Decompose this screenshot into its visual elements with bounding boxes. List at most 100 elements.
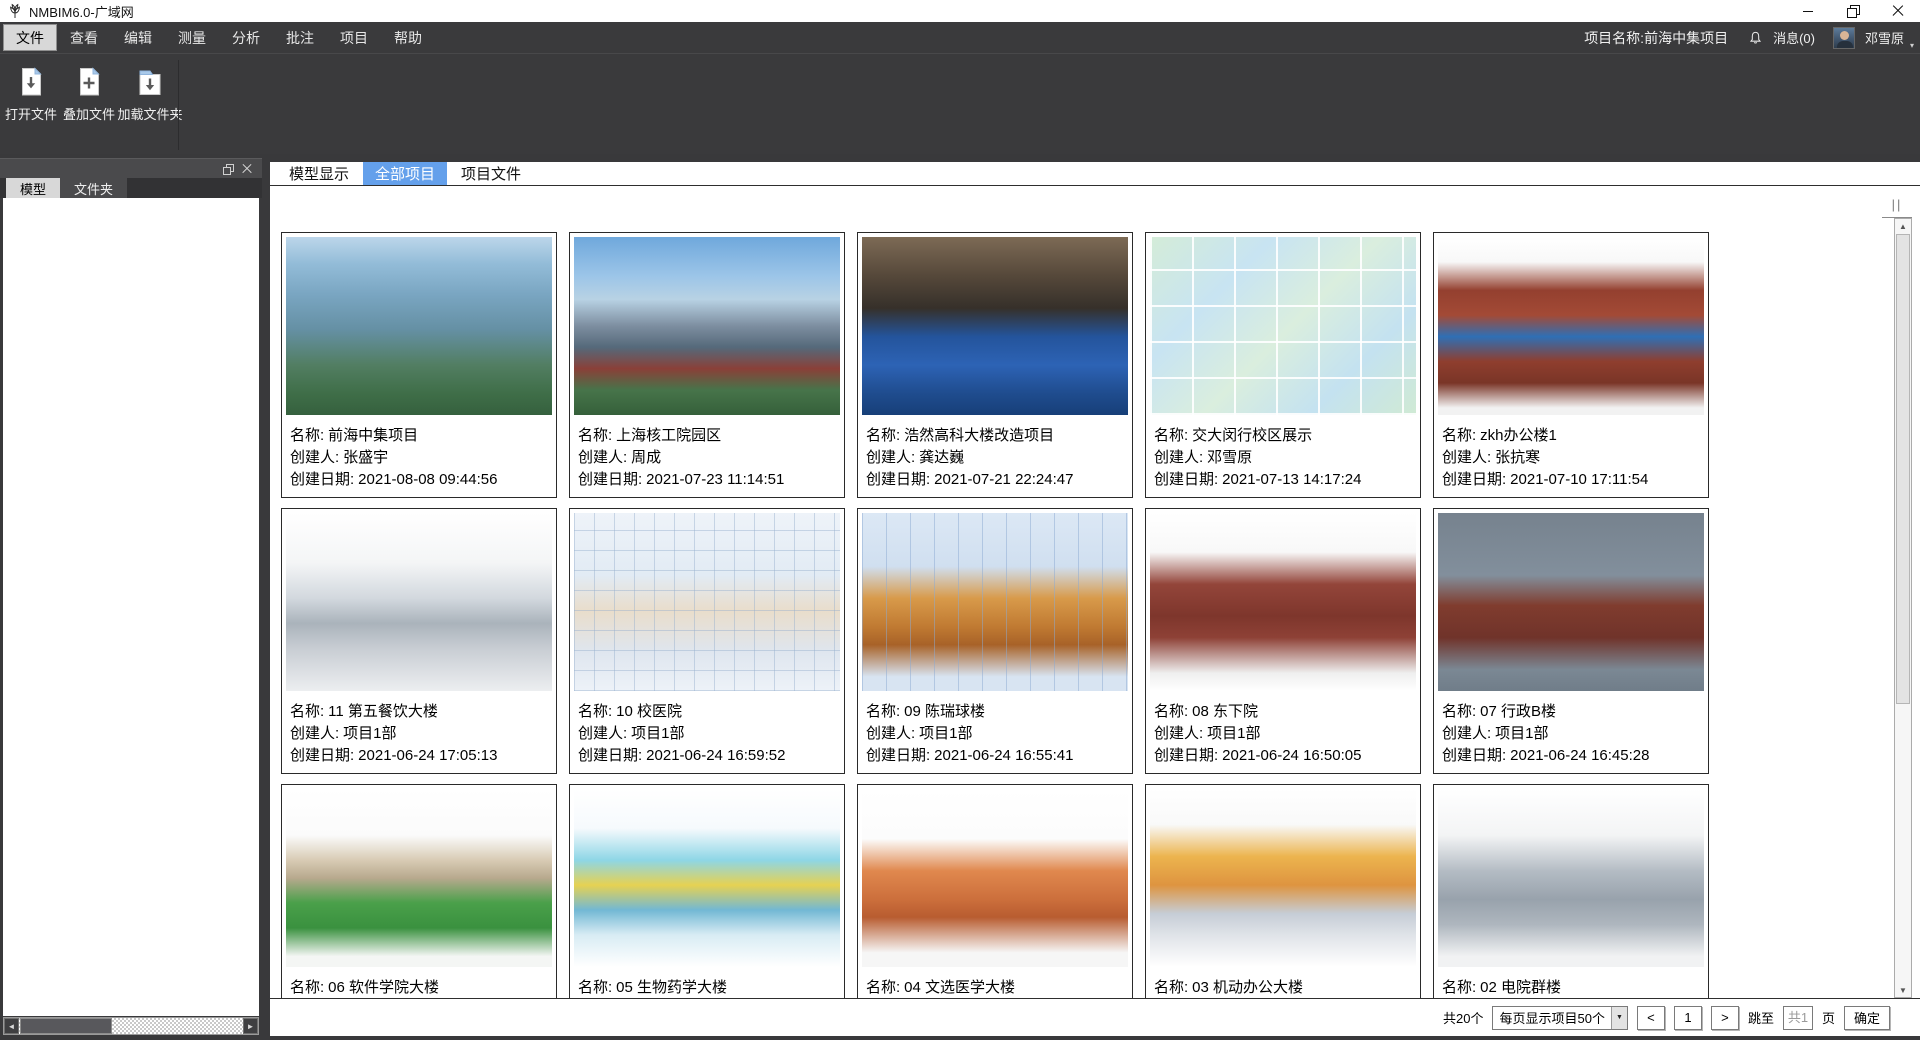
minimize-button[interactable]: [1785, 0, 1830, 22]
project-card[interactable]: 名称:06 软件学院大楼 创建人: 创建日期:: [281, 784, 557, 998]
project-name: 10 校医院: [616, 703, 682, 720]
current-page-button[interactable]: 1: [1674, 1006, 1702, 1030]
project-created-date: 2021-06-24 17:05:13: [358, 747, 497, 764]
project-name-line: 名称:05 生物药学大楼: [578, 977, 840, 998]
toolbar: 打开文件 叠加文件 加载文件夹: [0, 53, 1920, 154]
tab-project-files[interactable]: 项目文件: [449, 162, 533, 185]
restore-icon: [1848, 7, 1857, 16]
scroll-left-icon[interactable]: ◄: [4, 1018, 19, 1034]
prev-page-button[interactable]: <: [1637, 1006, 1665, 1030]
date-label: 创建日期:: [866, 471, 930, 488]
project-card[interactable]: 名称:10 校医院 创建人:项目1部 创建日期:2021-06-24 16:59…: [569, 508, 845, 774]
confirm-button[interactable]: 确定: [1844, 1006, 1890, 1030]
project-card[interactable]: 名称:04 文选医学大楼 创建人: 创建日期:: [857, 784, 1133, 998]
page-size-select[interactable]: 每页显示项目50个 ▼: [1492, 1006, 1627, 1030]
sidebar-horizontal-scrollbar[interactable]: ◄ ►: [3, 1017, 259, 1035]
restore-button[interactable]: [1830, 0, 1875, 22]
name-label: 名称:: [578, 703, 612, 720]
close-button[interactable]: [1875, 0, 1920, 22]
projects-grid-viewport: 名称:前海中集项目 创建人:张盛宇 创建日期:2021-08-08 09:44:…: [270, 186, 1894, 998]
project-creator-line: 创建人:周成: [578, 447, 840, 469]
scrollbar-thumb[interactable]: [20, 1018, 112, 1034]
project-name: 浩然高科大楼改造项目: [904, 427, 1054, 444]
project-name-line: 名称:zkh办公楼1: [1442, 425, 1704, 447]
menu-measure[interactable]: 测量: [165, 24, 219, 51]
menu-project[interactable]: 项目: [327, 24, 381, 51]
project-card[interactable]: 名称:上海核工院园区 创建人:周成 创建日期:2021-07-23 11:14:…: [569, 232, 845, 498]
overlay-file-button[interactable]: 叠加文件: [60, 62, 118, 134]
project-created-date: 2021-07-10 17:11:54: [1510, 471, 1648, 488]
project-card[interactable]: 名称:05 生物药学大楼 创建人: 创建日期:: [569, 784, 845, 998]
pagination-bar: 共20个 每页显示项目50个 ▼ < 1 > 跳至 页 确定: [270, 998, 1920, 1036]
project-creator: 项目1部: [631, 725, 684, 742]
creator-label: 创建人:: [578, 449, 627, 466]
tab-model-display[interactable]: 模型显示: [277, 162, 361, 185]
open-file-label: 打开文件: [5, 104, 57, 123]
project-card[interactable]: 名称:02 电院群楼 创建人: 创建日期:: [1433, 784, 1709, 998]
scroll-up-icon[interactable]: ▲: [1895, 219, 1911, 233]
tab-all-projects[interactable]: 全部项目: [363, 162, 447, 185]
scroll-right-icon[interactable]: ►: [243, 1018, 258, 1034]
project-name: 06 软件学院大楼: [328, 979, 439, 996]
project-created-date: 2021-06-24 16:55:41: [934, 747, 1073, 764]
open-file-button[interactable]: 打开文件: [2, 62, 60, 134]
project-card[interactable]: 名称:前海中集项目 创建人:张盛宇 创建日期:2021-08-08 09:44:…: [281, 232, 557, 498]
project-name: 03 机动办公大楼: [1192, 979, 1303, 996]
project-date-line: 创建日期:2021-06-24 16:55:41: [866, 745, 1128, 767]
creator-label: 创建人:: [578, 725, 627, 742]
project-name-line: 名称:前海中集项目: [290, 425, 552, 447]
project-card[interactable]: 名称:07 行政B楼 创建人:项目1部 创建日期:2021-06-24 16:4…: [1433, 508, 1709, 774]
projects-content: 名称:前海中集项目 创建人:张盛宇 创建日期:2021-08-08 09:44:…: [270, 186, 1920, 998]
project-card[interactable]: 名称:浩然高科大楼改造项目 创建人:龚达巍 创建日期:2021-07-21 22…: [857, 232, 1133, 498]
name-label: 名称:: [1154, 979, 1188, 996]
sidebar-panel-header: [0, 158, 262, 178]
project-card[interactable]: 名称:交大闵行校区展示 创建人:邓雪原 创建日期:2021-07-13 14:1…: [1145, 232, 1421, 498]
notification-bell-icon[interactable]: [1748, 30, 1763, 46]
project-name-line: 名称:10 校医院: [578, 701, 840, 723]
project-name: 11 第五餐饮大楼: [328, 703, 438, 720]
messages-counter[interactable]: 消息(0): [1773, 28, 1815, 47]
project-card[interactable]: 名称:09 陈瑞球楼 创建人:项目1部 创建日期:2021-06-24 16:5…: [857, 508, 1133, 774]
sidebar-tab-model[interactable]: 模型: [6, 178, 60, 198]
jump-page-input[interactable]: [1783, 1006, 1813, 1030]
menu-view[interactable]: 查看: [57, 24, 111, 51]
user-menu-caret-icon[interactable]: ▾: [1910, 41, 1914, 50]
project-card[interactable]: 名称:zkh办公楼1 创建人:张抗寒 创建日期:2021-07-10 17:11…: [1433, 232, 1709, 498]
user-name[interactable]: 邓雪原: [1865, 28, 1904, 47]
creator-label: 创建人:: [290, 725, 339, 742]
collapse-panel-handle[interactable]: ||: [1882, 192, 1912, 218]
close-panel-icon[interactable]: [242, 164, 252, 174]
projects-grid: 名称:前海中集项目 创建人:张盛宇 创建日期:2021-08-08 09:44:…: [270, 186, 1894, 998]
menu-file[interactable]: 文件: [3, 24, 57, 51]
sidebar-tab-folder[interactable]: 文件夹: [60, 178, 127, 198]
load-folder-button[interactable]: 加载文件夹: [118, 62, 182, 134]
menu-help[interactable]: 帮助: [381, 24, 435, 51]
project-date-line: 创建日期:2021-06-24 17:05:13: [290, 745, 552, 767]
project-name: 09 陈瑞球楼: [904, 703, 985, 720]
next-page-button[interactable]: >: [1711, 1006, 1739, 1030]
creator-label: 创建人:: [866, 725, 915, 742]
jump-to-label: 跳至: [1748, 1008, 1774, 1027]
vertical-scrollbar-thumb[interactable]: [1896, 234, 1910, 704]
project-card[interactable]: 名称:11 第五餐饮大楼 创建人:项目1部 创建日期:2021-06-24 17…: [281, 508, 557, 774]
project-card[interactable]: 名称:03 机动办公大楼 创建人: 创建日期:: [1145, 784, 1421, 998]
project-created-date: 2021-07-21 22:24:47: [934, 471, 1073, 488]
menu-analyze[interactable]: 分析: [219, 24, 273, 51]
menu-edit[interactable]: 编辑: [111, 24, 165, 51]
user-avatar[interactable]: [1833, 27, 1855, 49]
app-window: NMBIM6.0-广域网 文件 查看 编辑 测量 分析 批注 项目 帮助 项目名…: [0, 0, 1920, 1040]
project-card[interactable]: 名称:08 东下院 创建人:项目1部 创建日期:2021-06-24 16:50…: [1145, 508, 1421, 774]
menu-annotate[interactable]: 批注: [273, 24, 327, 51]
project-thumbnail: [286, 513, 552, 691]
scroll-down-icon[interactable]: ▼: [1895, 983, 1911, 997]
page-size-value: 每页显示项目50个: [1493, 1008, 1610, 1027]
float-panel-icon[interactable]: [223, 164, 233, 174]
vertical-scrollbar[interactable]: ▲ ▼: [1894, 218, 1912, 998]
sidebar-tabs: 模型 文件夹: [0, 178, 262, 198]
project-name: 上海核工院园区: [616, 427, 721, 444]
project-thumbnail: [1438, 789, 1704, 967]
project-creator: 项目1部: [1207, 725, 1260, 742]
project-creator-line: 创建人:项目1部: [866, 723, 1128, 745]
project-thumbnail: [286, 789, 552, 967]
name-label: 名称:: [1154, 427, 1188, 444]
